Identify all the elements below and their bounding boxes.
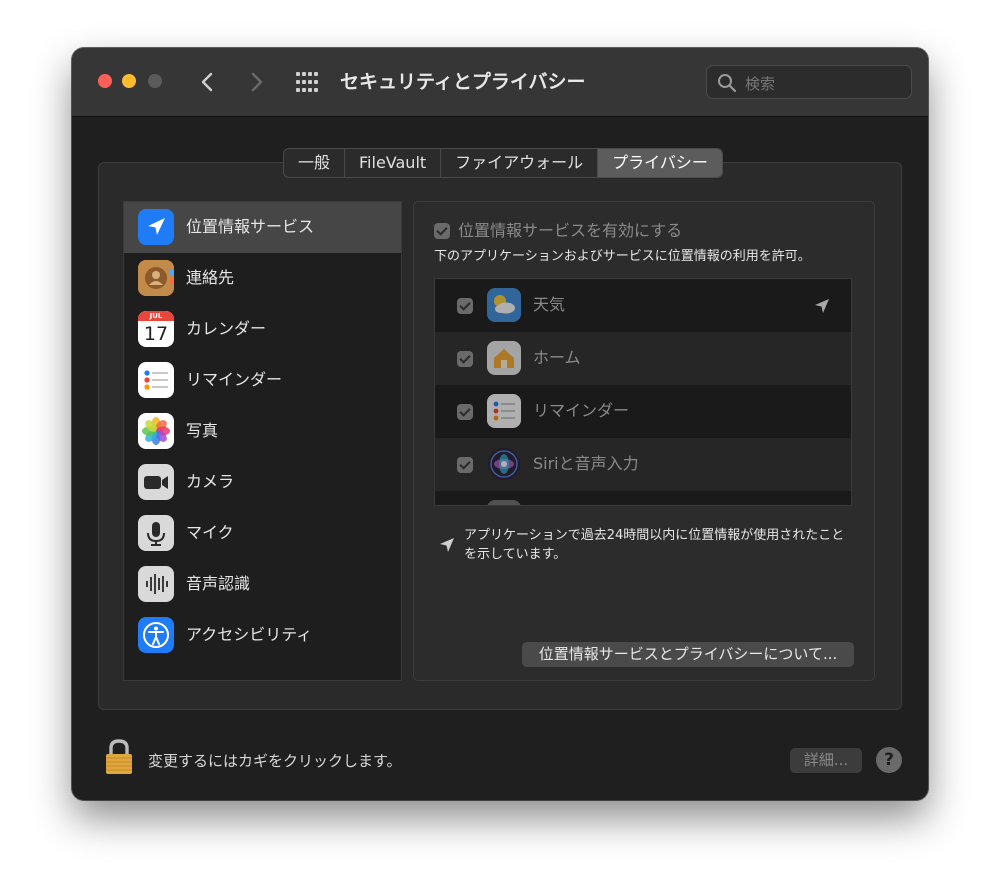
- sidebar-item-label: 位置情報サービス: [186, 217, 315, 236]
- sidebar-item-label: 写真: [186, 421, 219, 440]
- sidebar-item-label: 連絡先: [186, 268, 235, 287]
- back-button[interactable]: [192, 65, 224, 99]
- app-name: ホーム: [533, 348, 581, 367]
- advanced-button[interactable]: 詳細...: [790, 748, 862, 773]
- privacy-category-list: 位置情報サービス 連絡先 JUL 17 カレンダー リマインダー 写真 カメラ …: [123, 201, 402, 681]
- minimize-button[interactable]: [122, 74, 136, 88]
- sidebar-item-calendar[interactable]: JUL 17 カレンダー: [124, 304, 401, 355]
- calendar-day: 17: [143, 323, 169, 345]
- calendar-icon: JUL 17: [138, 311, 174, 347]
- table-row[interactable]: リマインダー: [435, 385, 851, 438]
- tab-general[interactable]: 一般: [284, 149, 346, 177]
- app-name: Siriと音声入力: [533, 454, 639, 473]
- tab-filevault[interactable]: FileVault: [345, 149, 442, 177]
- forward-button[interactable]: [240, 65, 272, 99]
- app-permission-list[interactable]: 天気 ホーム リマインダー Siriと音声入力: [434, 278, 852, 506]
- weather-icon: [487, 288, 521, 322]
- accessibility-icon: [138, 617, 174, 653]
- sidebar-item-speech-recognition[interactable]: 音声認識: [124, 559, 401, 610]
- app-checkbox[interactable]: [457, 404, 473, 420]
- app-name: リマインダー: [533, 401, 630, 420]
- tab-firewall[interactable]: ファイアウォール: [441, 149, 599, 177]
- sidebar-item-accessibility[interactable]: アクセシビリティ: [124, 610, 401, 661]
- sidebar-item-photos[interactable]: 写真: [124, 406, 401, 457]
- apps-allowed-description: 下のアプリケーションおよびサービスに位置情報の利用を許可。: [434, 249, 811, 264]
- table-row[interactable]: Siriと音声入力: [435, 438, 851, 491]
- contacts-icon: [138, 260, 174, 296]
- app-checkbox[interactable]: [457, 298, 473, 314]
- show-all-grid-icon[interactable]: [296, 72, 318, 94]
- checkbox-checked[interactable]: [434, 223, 450, 239]
- title-bar: セキュリティとプライバシー: [72, 48, 928, 117]
- chevron-left-icon: [201, 72, 213, 92]
- sidebar-item-contacts[interactable]: 連絡先: [124, 253, 401, 304]
- about-location-privacy-button[interactable]: 位置情報サービスとプライバシーについて...: [522, 642, 854, 667]
- table-row: [435, 491, 851, 505]
- search-input[interactable]: [743, 72, 907, 96]
- reminders-icon: [138, 362, 174, 398]
- tab-privacy[interactable]: プライバシー: [598, 149, 722, 177]
- app-name: 天気: [533, 295, 566, 314]
- sidebar-item-microphone[interactable]: マイク: [124, 508, 401, 559]
- recent-use-note: アプリケーションで過去24時間以内に位置情報が使用されたことを示しています。: [464, 528, 845, 562]
- window-title: セキュリティとプライバシー: [340, 71, 586, 93]
- search-icon: [718, 74, 737, 93]
- sidebar-item-label: マイク: [186, 523, 234, 542]
- search-field[interactable]: [706, 65, 912, 99]
- microphone-icon: [138, 515, 174, 551]
- speech-recognition-icon: [138, 566, 174, 602]
- enable-location-services-label: 位置情報サービスを有効にする: [458, 221, 683, 240]
- sidebar-item-location-services[interactable]: 位置情報サービス: [124, 202, 401, 253]
- photos-icon: [138, 413, 174, 449]
- sidebar-item-reminders[interactable]: リマインダー: [124, 355, 401, 406]
- zoom-button[interactable]: [148, 74, 162, 88]
- sidebar-item-label: アクセシビリティ: [186, 625, 313, 644]
- location-arrow-icon: [138, 209, 174, 245]
- app-checkbox[interactable]: [457, 351, 473, 367]
- lock-icon[interactable]: [104, 738, 134, 776]
- sidebar-item-label: カレンダー: [186, 319, 267, 338]
- sidebar-item-camera[interactable]: カメラ: [124, 457, 401, 508]
- help-button[interactable]: ?: [876, 747, 902, 773]
- lock-instruction: 変更するにはカギをクリックします。: [148, 752, 402, 770]
- close-button[interactable]: [98, 74, 112, 88]
- chevron-right-icon: [251, 72, 263, 92]
- table-row[interactable]: 天気: [435, 279, 851, 332]
- app-checkbox[interactable]: [457, 457, 473, 473]
- tab-bar: 一般 FileVault ファイアウォール プライバシー: [283, 148, 723, 178]
- location-services-panel: 位置情報サービスを有効にする 下のアプリケーションおよびサービスに位置情報の利用…: [413, 201, 875, 681]
- camera-icon: [138, 464, 174, 500]
- siri-icon: [487, 447, 521, 481]
- reminders-icon: [487, 394, 521, 428]
- sidebar-item-label: 音声認識: [186, 574, 251, 593]
- partial-app-icon: [487, 500, 521, 505]
- sidebar-item-label: リマインダー: [186, 370, 283, 389]
- calendar-month: JUL: [149, 312, 163, 320]
- location-arrow-icon: [440, 538, 454, 552]
- home-icon: [487, 341, 521, 375]
- table-row[interactable]: ホーム: [435, 332, 851, 385]
- sidebar-item-label: カメラ: [186, 472, 235, 491]
- recent-location-arrow-icon: [815, 299, 829, 313]
- preferences-window: セキュリティとプライバシー 一般 FileVault ファイアウォール プライバ…: [72, 48, 928, 800]
